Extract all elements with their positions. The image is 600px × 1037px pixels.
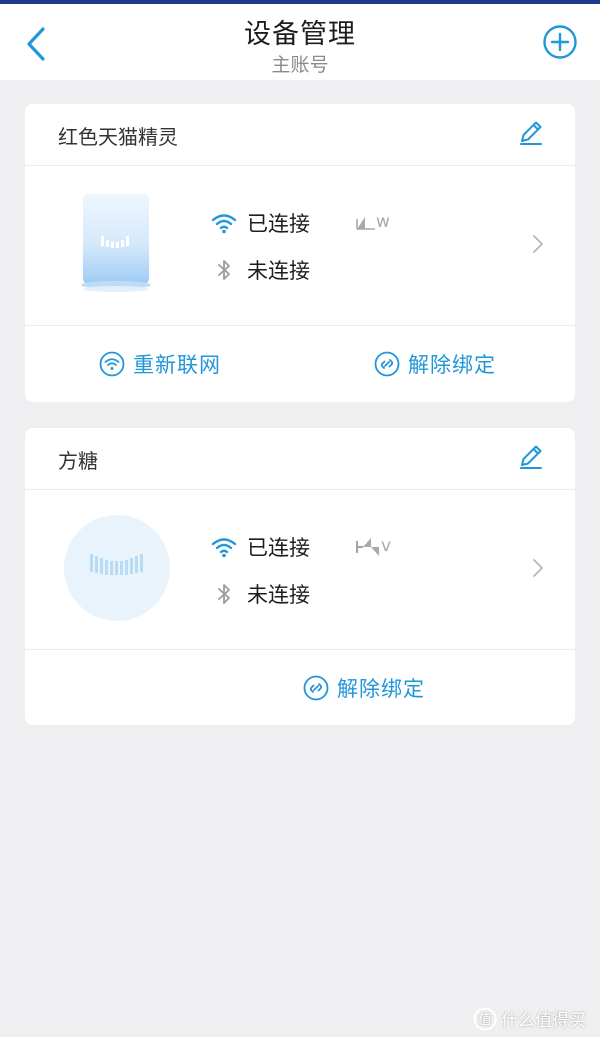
device-card-header: 方糖 — [25, 428, 575, 490]
signal-indicator: w — [355, 211, 395, 235]
device-card-header: 红色天猫精灵 — [25, 104, 575, 166]
round-speaker-device-image — [64, 515, 170, 621]
device-name: 红色天猫精灵 — [58, 125, 178, 149]
wifi-icon — [211, 214, 237, 234]
chevron-right-icon — [533, 559, 543, 577]
app-header: 设备管理 主账号 — [0, 4, 600, 80]
chevron-right-icon — [533, 235, 543, 253]
bluetooth-status-row: 未连接 — [211, 255, 310, 285]
watermark-logo-icon: 值 — [473, 1007, 497, 1030]
unlink-icon — [303, 675, 329, 701]
wifi-status-text: 已连接 — [247, 536, 310, 560]
speaker-device-image — [81, 194, 151, 292]
edit-pencil-icon[interactable] — [517, 442, 545, 470]
device-actions: 解除绑定 — [25, 650, 575, 725]
device-detail-row[interactable]: 已连接 未连接 v — [25, 490, 575, 650]
bluetooth-status-row: 未连接 — [211, 579, 310, 609]
wifi-status-row: 已连接 — [211, 532, 310, 562]
reconnect-network-button[interactable]: 重新联网 — [99, 348, 221, 380]
device-card: 方糖 已连接 未连接 v 解除绑定 — [25, 428, 575, 725]
device-card: 红色天猫精灵 已连接 未连接 w 重新联网 解除绑定 — [25, 104, 575, 402]
device-detail-row[interactable]: 已连接 未连接 w — [25, 166, 575, 326]
bluetooth-icon — [218, 260, 230, 280]
unbind-button[interactable]: 解除绑定 — [374, 348, 496, 380]
bluetooth-status-text: 未连接 — [247, 259, 310, 283]
wifi-status-text: 已连接 — [247, 212, 310, 236]
watermark: 值 什么值得买 — [473, 1006, 586, 1031]
wifi-circle-icon — [99, 351, 125, 377]
svg-text:值: 值 — [478, 1012, 491, 1028]
watermark-text: 什么值得买 — [501, 1011, 586, 1031]
signal-text: w — [376, 212, 390, 232]
unlink-icon — [374, 351, 400, 377]
wifi-status-row: 已连接 — [211, 208, 310, 238]
reconnect-network-label: 重新联网 — [133, 353, 221, 377]
signal-glyph-icon — [356, 217, 375, 230]
add-device-button[interactable] — [542, 24, 578, 60]
signal-indicator: v — [355, 535, 395, 559]
page-title: 设备管理 — [244, 19, 356, 50]
bluetooth-status-text: 未连接 — [247, 583, 310, 607]
unbind-label: 解除绑定 — [337, 677, 425, 701]
wifi-icon — [211, 538, 237, 558]
unbind-button[interactable]: 解除绑定 — [303, 672, 425, 704]
bluetooth-icon — [218, 584, 230, 604]
page-subtitle: 主账号 — [271, 54, 329, 76]
unbind-label: 解除绑定 — [408, 353, 496, 377]
device-name: 方糖 — [58, 449, 98, 473]
edit-pencil-icon[interactable] — [517, 118, 545, 146]
signal-text: v — [381, 536, 392, 556]
device-actions: 重新联网 解除绑定 — [25, 326, 575, 402]
